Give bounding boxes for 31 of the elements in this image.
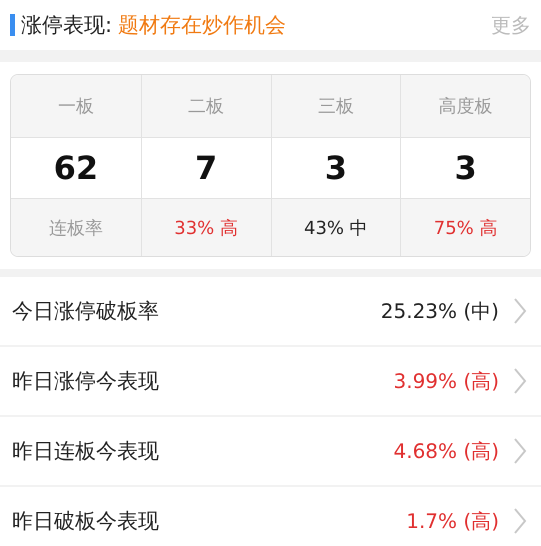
row-value: 3.99% (高) bbox=[394, 368, 499, 394]
row-value: 25.23% (中) bbox=[380, 298, 499, 324]
section-title: 涨停表现: bbox=[21, 12, 112, 39]
row-value: 4.68% (高) bbox=[394, 438, 499, 464]
count-cell: 62 bbox=[11, 137, 141, 198]
stat-row[interactable]: 昨日涨停今表现 3.99% (高) bbox=[0, 347, 541, 415]
rate-cell: 43% 中 bbox=[270, 198, 400, 256]
chevron-icon bbox=[513, 367, 527, 395]
accent-bar bbox=[10, 14, 15, 36]
rate-cell: 33% 高 bbox=[140, 198, 270, 256]
column-header: 高度板 bbox=[400, 75, 530, 137]
count-cell: 7 bbox=[140, 137, 270, 198]
section-highlight: 题材存在炒作机会 bbox=[118, 12, 286, 39]
chevron-icon bbox=[513, 297, 527, 325]
column-header: 二板 bbox=[140, 75, 270, 137]
row-label: 昨日涨停今表现 bbox=[12, 368, 159, 395]
chevron-icon bbox=[513, 437, 527, 465]
column-header: 三板 bbox=[270, 75, 400, 137]
row-value: 1.7% (高) bbox=[406, 508, 499, 534]
row-label: 今日涨停破板率 bbox=[12, 298, 159, 325]
stat-row[interactable]: 昨日破板今表现 1.7% (高) bbox=[0, 487, 541, 546]
count-cell: 3 bbox=[400, 137, 530, 198]
row-label: 昨日连板今表现 bbox=[12, 438, 159, 465]
rate-cell: 连板率 bbox=[11, 198, 141, 256]
row-label: 昨日破板今表现 bbox=[12, 508, 159, 535]
count-cell: 3 bbox=[270, 137, 400, 198]
stat-row[interactable]: 今日涨停破板率 25.23% (中) bbox=[0, 277, 541, 345]
stat-row[interactable]: 昨日连板今表现 4.68% (高) bbox=[0, 417, 541, 485]
chevron-icon bbox=[513, 507, 527, 535]
column-header: 一板 bbox=[56, 95, 95, 119]
rate-cell: 75% 高 bbox=[400, 198, 530, 256]
